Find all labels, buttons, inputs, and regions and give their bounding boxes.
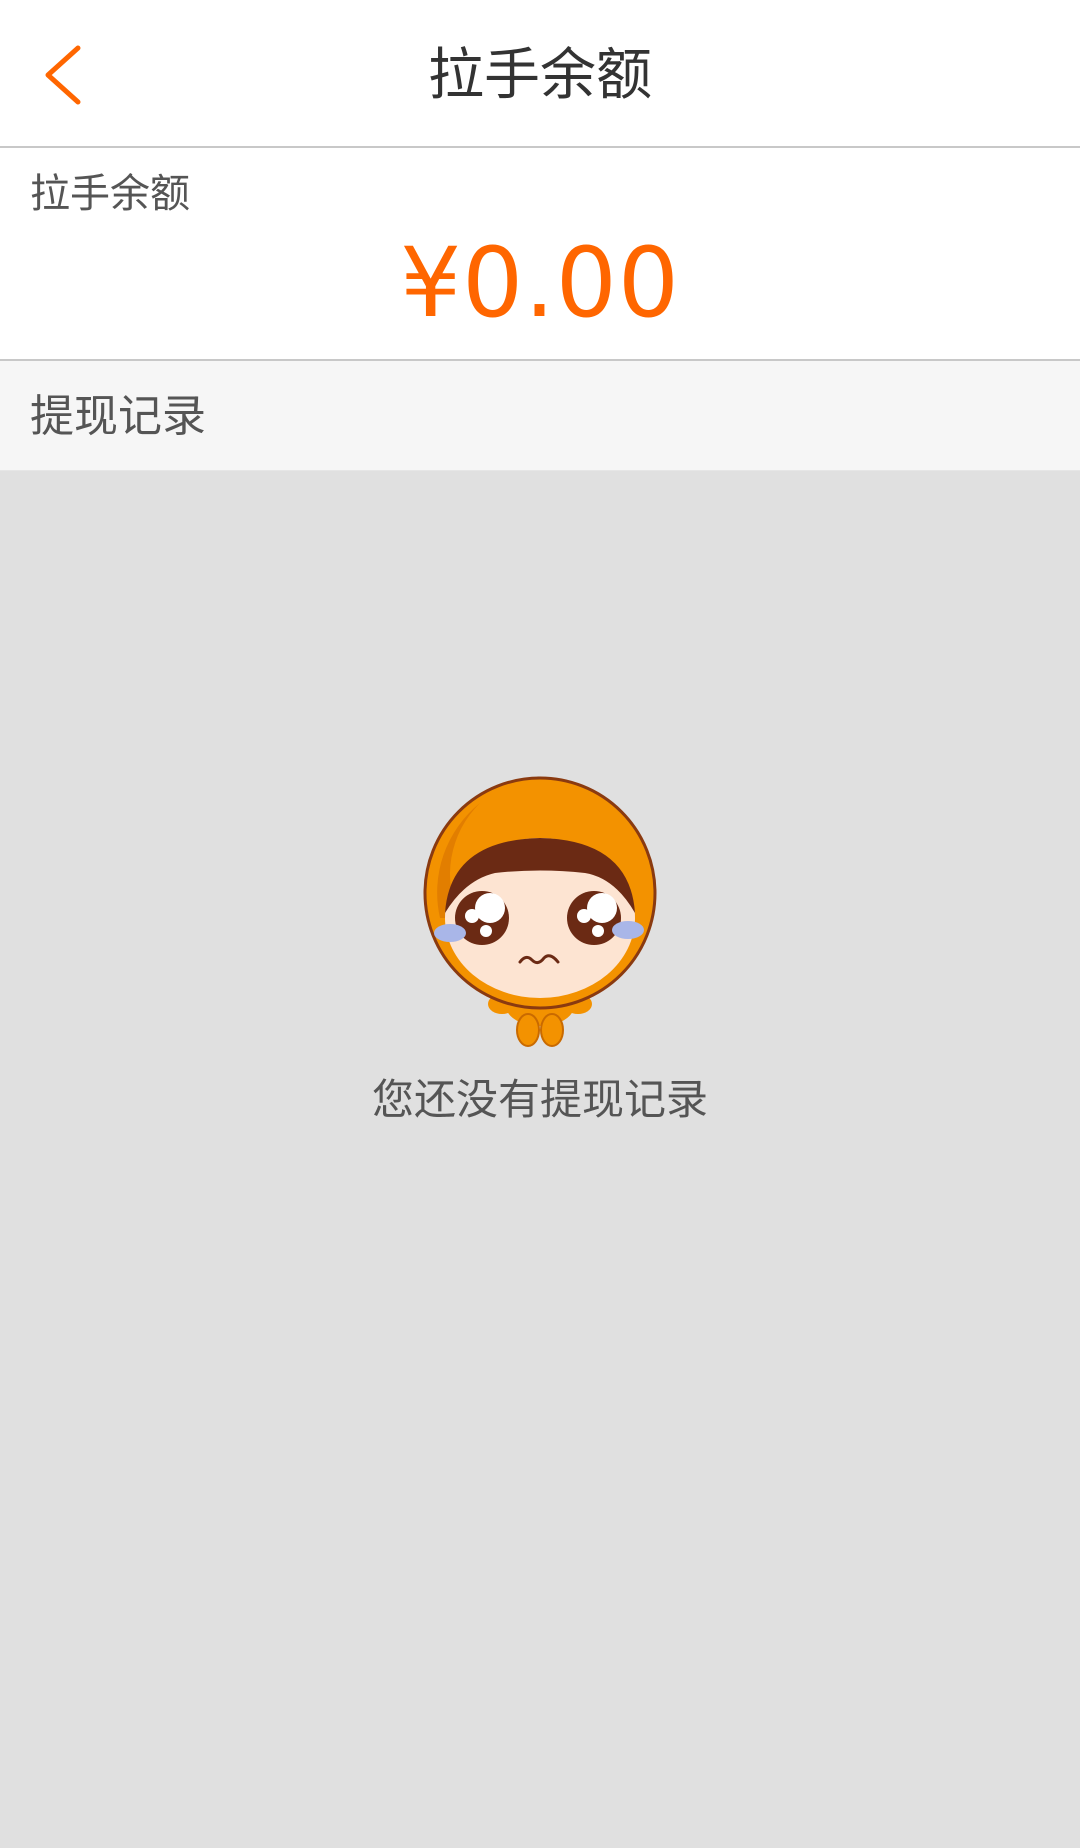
withdrawal-records-header: 提现记录 xyxy=(0,361,1080,471)
crying-mascot-illustration xyxy=(423,776,657,1047)
balance-label: 拉手余额 xyxy=(30,171,190,217)
top-navigation-bar: 拉手余额 xyxy=(0,0,1080,148)
page-title: 拉手余额 xyxy=(428,43,652,108)
empty-state: 您还没有提现记录 xyxy=(0,471,1080,1848)
withdrawal-records-title: 提现记录 xyxy=(30,391,206,442)
balance-card: 拉手余额 ¥0.00 xyxy=(0,148,1080,361)
balance-amount: ¥0.00 xyxy=(400,227,680,339)
empty-message: 您还没有提现记录 xyxy=(371,1075,708,1124)
